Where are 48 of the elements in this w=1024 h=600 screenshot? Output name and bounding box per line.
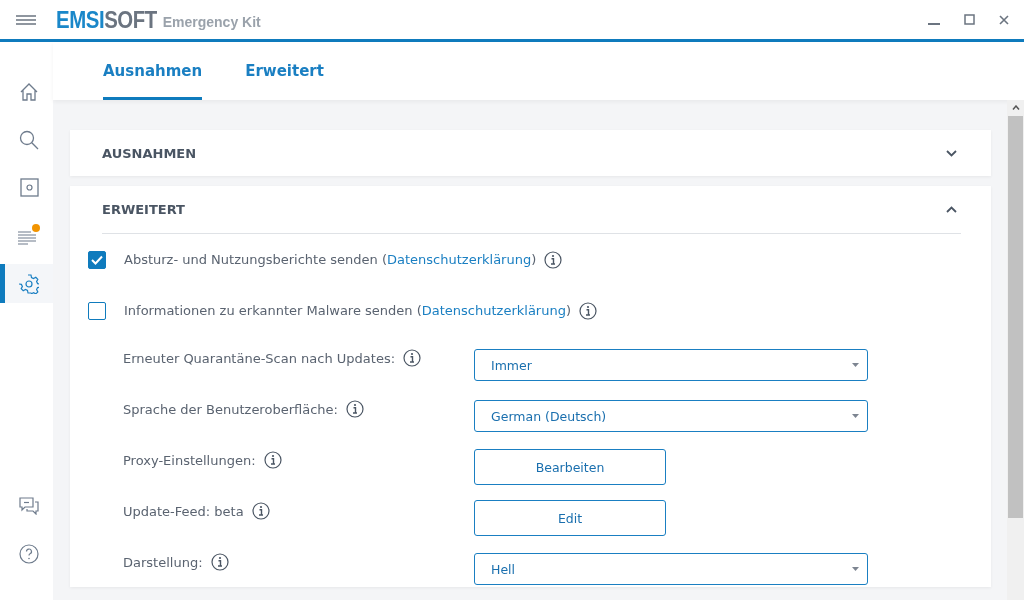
- checkbox[interactable]: [88, 301, 106, 320]
- menu-icon[interactable]: [16, 14, 36, 25]
- tab[interactable]: Erweitert: [245, 42, 324, 100]
- setting-label: Darstellung:: [123, 554, 203, 570]
- info-icon[interactable]: [345, 400, 364, 418]
- info-icon[interactable]: [251, 502, 270, 520]
- product-name: Emergency Kit: [162, 14, 261, 30]
- dropdown-arrow-icon: [852, 414, 859, 418]
- notification-dot: [32, 224, 40, 232]
- checkbox[interactable]: [88, 250, 106, 269]
- app-logo: EMSISOFT: [56, 5, 157, 34]
- section-title: AUSNAHMEN: [102, 145, 197, 161]
- search-icon: [19, 129, 39, 150]
- edit-button[interactable]: Edit: [474, 500, 666, 536]
- info-icon[interactable]: [403, 349, 422, 367]
- dropdown-arrow-icon: [852, 363, 859, 367]
- section-title: ERWEITERT: [102, 202, 185, 217]
- scroll-up-icon[interactable]: [1011, 105, 1020, 110]
- setting-label: Sprache der Benutzeroberfläche:: [123, 401, 338, 417]
- setting-label: Update-Feed: beta: [123, 503, 244, 519]
- help-icon: [19, 543, 39, 564]
- dropdown[interactable]: Immer: [474, 349, 868, 381]
- dropdown-arrow-icon: [852, 567, 859, 571]
- section-header[interactable]: AUSNAHMEN: [102, 130, 961, 176]
- square-target-icon: [19, 178, 39, 197]
- info-icon[interactable]: [210, 553, 229, 571]
- scrollbar[interactable]: [1007, 100, 1024, 600]
- close-icon[interactable]: [999, 14, 1009, 25]
- chat-bubbles-icon: [19, 496, 39, 515]
- checkbox-label: Absturz- und Nutzungsberichte senden (Datenschutzerklärung): [124, 252, 537, 267]
- checkbox-label: Informationen zu erkannter Malware senden (Datenschutzerklärung): [124, 303, 571, 318]
- sidebar-item[interactable]: [0, 264, 53, 303]
- setting-label: Erneuter Quarantäne-Scan nach Updates:: [123, 350, 396, 366]
- settings-icon: [19, 273, 39, 294]
- dropdown[interactable]: Hell: [474, 553, 868, 585]
- section-header[interactable]: ERWEITERT: [102, 186, 961, 234]
- setting-label: Proxy-Einstellungen:: [123, 452, 256, 468]
- privacy-link[interactable]: Datenschutzerklärung: [387, 252, 532, 267]
- tab[interactable]: Ausnahmen: [103, 42, 203, 100]
- maximize-icon[interactable]: [964, 14, 975, 25]
- scrollbar-thumb[interactable]: [1008, 116, 1023, 518]
- dropdown[interactable]: German (Deutsch): [474, 400, 868, 432]
- info-icon[interactable]: [263, 451, 282, 469]
- info-icon[interactable]: [544, 250, 563, 269]
- privacy-link[interactable]: Datenschutzerklärung: [421, 303, 566, 318]
- home-icon: [19, 81, 39, 102]
- info-icon[interactable]: [579, 301, 597, 320]
- edit-button[interactable]: Bearbeiten: [474, 449, 666, 485]
